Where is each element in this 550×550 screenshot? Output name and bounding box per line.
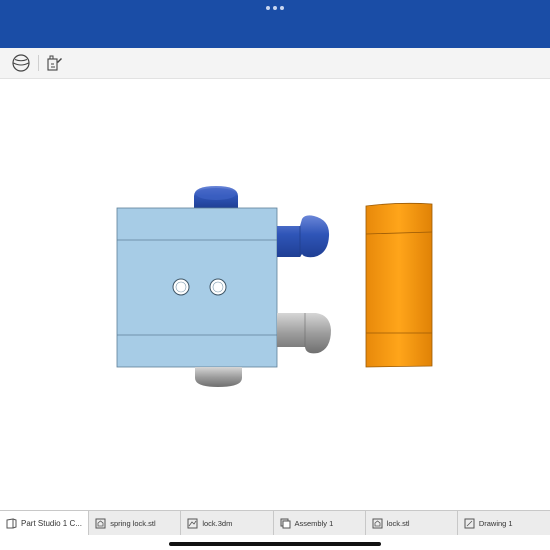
- orange-ring[interactable]: [365, 202, 433, 368]
- home-indicator[interactable]: [169, 542, 381, 546]
- tab-label: lock.3dm: [202, 518, 233, 528]
- tab-lock-stl[interactable]: lock.stl: [366, 511, 458, 535]
- home-indicator-area: [0, 535, 550, 550]
- model-canvas[interactable]: [0, 79, 550, 510]
- blue-pin-right[interactable]: [277, 215, 330, 258]
- lock-body[interactable]: [116, 207, 278, 368]
- ellipsis-icon[interactable]: [266, 6, 284, 10]
- tab-drawing-1[interactable]: Drawing 1: [458, 511, 550, 535]
- tab-label: Drawing 1: [478, 518, 513, 528]
- stl-file-icon: [95, 518, 106, 528]
- graphics-viewport[interactable]: [0, 79, 550, 510]
- viewport-toolbar: [0, 48, 550, 79]
- blue-pin-top[interactable]: [194, 186, 238, 208]
- tab-label: lock.stl: [386, 518, 410, 528]
- stl-file-icon: [372, 518, 383, 528]
- drawing-icon: [464, 518, 475, 528]
- app-header: [0, 0, 550, 48]
- view-cube-icon[interactable]: [11, 53, 31, 73]
- part-studio-icon: [6, 517, 17, 528]
- tab-label: spring lock.stl: [110, 518, 156, 528]
- configure-tool-icon[interactable]: [44, 53, 64, 73]
- 3dm-file-icon: [187, 518, 198, 528]
- tab-part-studio-1[interactable]: Part Studio 1 C...: [0, 511, 90, 535]
- gray-pin-right[interactable]: [277, 313, 331, 354]
- tab-label: Assembly 1: [294, 518, 334, 528]
- document-tab-bar: Part Studio 1 C... spring lock.stl lock.…: [0, 510, 550, 535]
- toolbar-separator: [38, 55, 39, 71]
- tab-label: Part Studio 1 C...: [21, 518, 82, 528]
- tab-lock-3dm[interactable]: lock.3dm: [181, 511, 274, 535]
- assembly-icon: [280, 518, 290, 528]
- tab-assembly-1[interactable]: Assembly 1: [274, 511, 366, 535]
- gray-pin-bottom[interactable]: [195, 367, 242, 387]
- tab-spring-lock-stl[interactable]: spring lock.stl: [89, 511, 182, 535]
